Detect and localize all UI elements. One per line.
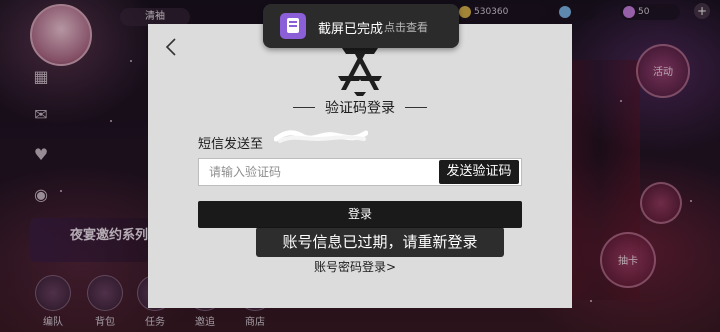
back-button[interactable] [162, 36, 182, 58]
screenshot-toast-title: 截屏已完成 [318, 22, 384, 37]
login-button[interactable]: 登录 [198, 201, 522, 228]
phone-number-redaction [274, 130, 368, 143]
screenshot-view-link[interactable]: 点击查看 [384, 19, 428, 35]
send-code-button[interactable]: 发送验证码 [439, 160, 519, 184]
login-modal: 验证码登录 短信发送至 发送验证码 登录 账号密码登录> [148, 24, 572, 308]
password-login-link[interactable]: 账号密码登录> [314, 258, 396, 275]
chevron-left-icon [165, 38, 176, 56]
verification-code-field: 发送验证码 [198, 158, 522, 186]
title-divider [405, 107, 428, 108]
title-divider [292, 107, 315, 108]
screenshot-toast[interactable]: 截屏已完成 点击查看 [263, 4, 459, 48]
sms-sent-to-label: 短信发送至 [198, 137, 264, 152]
modal-title-text: 验证码登录 [325, 100, 395, 117]
game-logo-icon [338, 48, 382, 96]
verification-code-input[interactable] [199, 159, 435, 185]
screenshot-doc-icon [280, 13, 306, 39]
session-expired-toast: 账号信息已过期，请重新登录 [256, 227, 504, 257]
modal-title: 验证码登录 [148, 97, 572, 118]
